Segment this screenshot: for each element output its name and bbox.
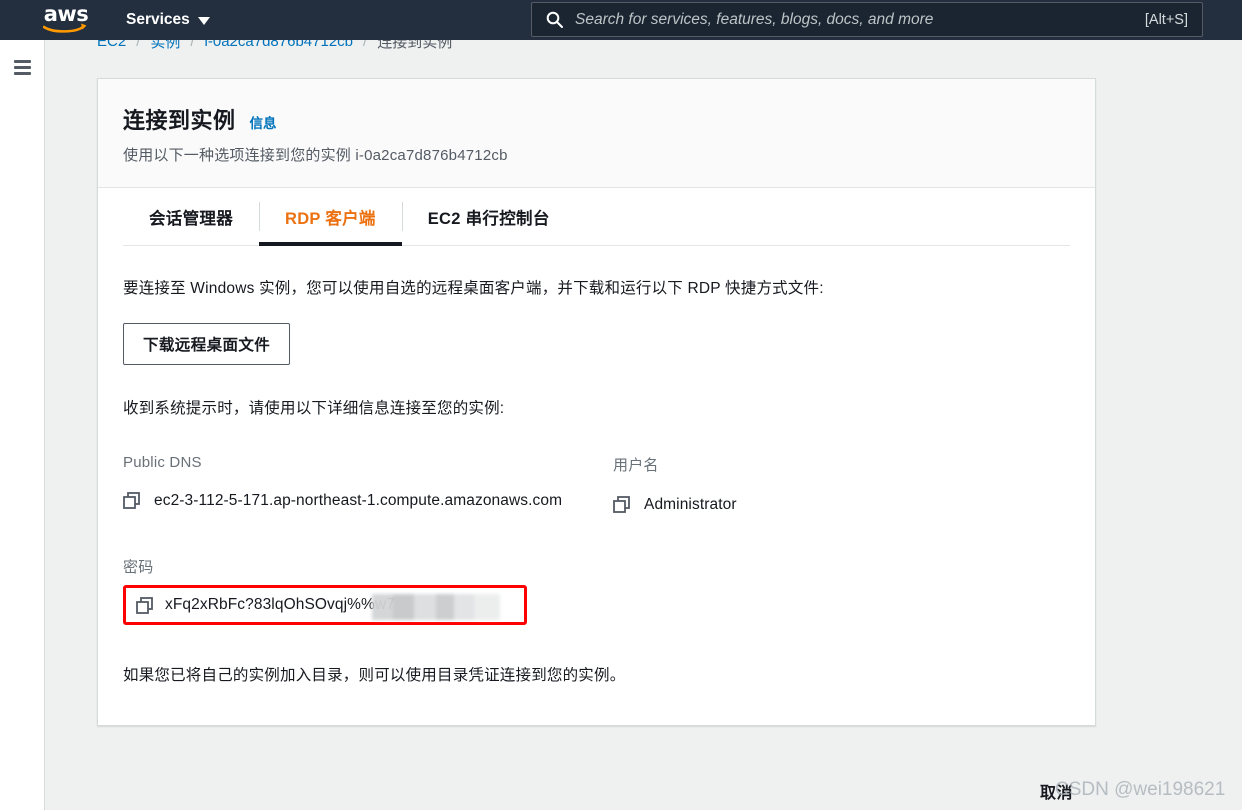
card-title-row: 连接到实例 信息	[123, 103, 1070, 135]
directory-note-text: 如果您已将自己的实例加入目录，则可以使用目录凭证连接到您的实例。	[123, 667, 626, 684]
tab-session-manager[interactable]: 会话管理器	[123, 188, 259, 245]
connection-details-grid: Public DNS ec2-3-112-5-171.ap-northeast-…	[123, 454, 1070, 521]
username-label: 用户名	[613, 457, 659, 474]
search-shortcut-hint: [Alt+S]	[1144, 11, 1188, 28]
copy-icon[interactable]	[123, 492, 140, 509]
password-redaction-overlay	[372, 594, 500, 620]
intro-text: 要连接至 Windows 实例，您可以使用自选的远程桌面客户端，并下载和运行以下…	[123, 280, 824, 297]
top-navigation-bar: aws Services [Alt+S]	[0, 0, 1242, 40]
public-dns-field: Public DNS ec2-3-112-5-171.ap-northeast-…	[123, 454, 613, 521]
search-icon	[546, 11, 563, 28]
card-body: 会话管理器 RDP 客户端 EC2 串行控制台 要连接至 Windows 实例，…	[98, 188, 1095, 725]
card-header: 连接到实例 信息 使用以下一种选项连接到您的实例 i-0a2ca7d876b47…	[98, 79, 1095, 188]
aws-logo[interactable]: aws	[40, 4, 92, 35]
left-navigation-rail	[0, 40, 45, 810]
password-label: 密码	[123, 559, 154, 576]
public-dns-label: Public DNS	[123, 454, 202, 471]
csdn-watermark: CSDN @wei198621	[1055, 779, 1226, 800]
aws-smile-icon	[43, 23, 87, 33]
tab-label: 会话管理器	[149, 209, 233, 228]
info-link[interactable]: 信息	[250, 112, 277, 132]
connect-to-instance-card: 连接到实例 信息 使用以下一种选项连接到您的实例 i-0a2ca7d876b47…	[97, 78, 1096, 726]
public-dns-value-row: ec2-3-112-5-171.ap-northeast-1.compute.a…	[123, 485, 613, 517]
username-value: Administrator	[644, 496, 737, 513]
prompt-text: 收到系统提示时，请使用以下详细信息连接至您的实例:	[123, 400, 505, 417]
hamburger-menu-icon[interactable]	[14, 60, 31, 75]
chevron-down-icon	[197, 17, 210, 25]
copy-icon[interactable]	[136, 596, 153, 614]
tab-ec2-serial-console[interactable]: EC2 串行控制台	[401, 188, 576, 245]
services-menu-button[interactable]: Services	[126, 11, 210, 29]
download-remote-desktop-file-button[interactable]: 下载远程桌面文件	[123, 323, 291, 365]
services-menu-label: Services	[126, 11, 190, 28]
global-search-bar[interactable]: [Alt+S]	[531, 2, 1203, 37]
tab-label: RDP 客户端	[285, 209, 376, 228]
search-input[interactable]	[575, 10, 1135, 29]
connection-method-tabs: 会话管理器 RDP 客户端 EC2 串行控制台	[123, 188, 1070, 246]
tab-label: EC2 串行控制台	[427, 209, 550, 228]
password-field-highlighted: xFq2xRbFc?83lqOhSOvqj%%w7	[123, 585, 527, 625]
card-subtitle: 使用以下一种选项连接到您的实例 i-0a2ca7d876b4712cb	[123, 147, 508, 164]
page-title: 连接到实例	[123, 108, 236, 133]
username-field: 用户名 Administrator	[613, 454, 993, 521]
password-value: xFq2xRbFc?83lqOhSOvqj%%w7	[165, 596, 395, 613]
copy-icon[interactable]	[613, 496, 630, 513]
tab-rdp-client[interactable]: RDP 客户端	[259, 188, 402, 246]
public-dns-value: ec2-3-112-5-171.ap-northeast-1.compute.a…	[154, 492, 563, 509]
username-value-row: Administrator	[613, 489, 993, 521]
